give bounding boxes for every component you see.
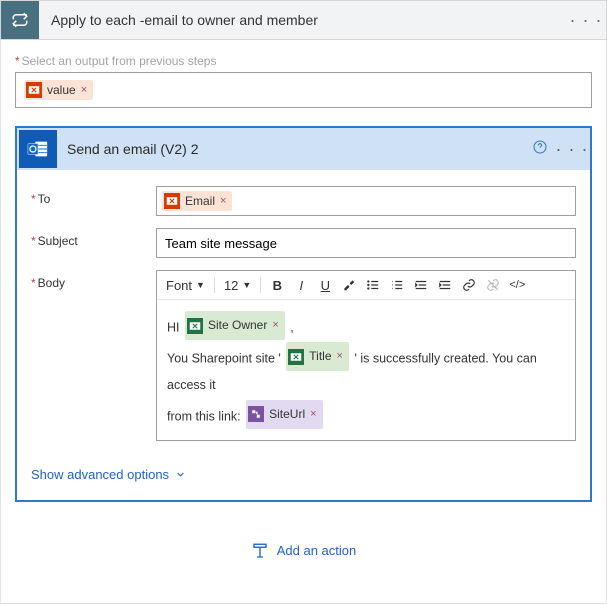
action-header[interactable]: Send an email (V2) 2 · · · xyxy=(17,128,590,170)
excel-icon xyxy=(26,82,42,98)
underline-button[interactable]: U xyxy=(315,275,335,295)
numbered-list-button[interactable] xyxy=(387,275,407,295)
flow-icon xyxy=(248,406,264,422)
remove-token-icon[interactable]: × xyxy=(81,84,87,96)
remove-token-icon[interactable]: × xyxy=(337,345,343,368)
excel-icon xyxy=(288,349,304,365)
add-action-button[interactable]: Add an action xyxy=(251,542,357,560)
token-email[interactable]: Email × xyxy=(162,191,232,211)
loop-body: *Select an output from previous steps va… xyxy=(0,40,607,604)
highlight-button[interactable] xyxy=(339,275,359,295)
font-select[interactable]: Font▼ xyxy=(163,277,208,294)
output-field[interactable]: value × xyxy=(15,72,592,108)
excel-icon xyxy=(187,318,203,334)
link-button[interactable] xyxy=(459,275,479,295)
subject-label: *Subject xyxy=(31,228,156,258)
action-title: Send an email (V2) 2 xyxy=(57,141,526,157)
token-value[interactable]: value × xyxy=(24,80,93,100)
help-icon[interactable] xyxy=(526,139,554,160)
indent-button[interactable] xyxy=(435,275,455,295)
send-email-action: Send an email (V2) 2 · · · *To xyxy=(15,126,592,502)
outdent-button[interactable] xyxy=(411,275,431,295)
unlink-button[interactable] xyxy=(483,275,503,295)
remove-token-icon[interactable]: × xyxy=(220,195,226,207)
body-content[interactable]: HI Site Owner × , You Sharepoint site ' xyxy=(157,300,575,440)
loop-header[interactable]: Apply to each -email to owner and member… xyxy=(0,0,607,40)
excel-icon xyxy=(164,193,180,209)
italic-button[interactable]: I xyxy=(291,275,311,295)
body-label: *Body xyxy=(31,270,156,441)
advanced-options-toggle[interactable]: Show advanced options xyxy=(17,459,200,482)
to-label: *To xyxy=(31,186,156,216)
remove-token-icon[interactable]: × xyxy=(310,403,316,426)
size-select[interactable]: 12▼ xyxy=(221,277,254,294)
code-view-button[interactable]: </> xyxy=(507,275,527,295)
remove-token-icon[interactable]: × xyxy=(272,314,278,337)
body-editor: Font▼ 12▼ B I U xyxy=(156,270,576,441)
outlook-icon xyxy=(19,130,57,168)
to-field[interactable]: Email × xyxy=(156,186,576,216)
token-siteurl[interactable]: SiteUrl × xyxy=(246,400,322,429)
output-label: *Select an output from previous steps xyxy=(15,54,592,68)
bulleted-list-button[interactable] xyxy=(363,275,383,295)
loop-menu-button[interactable]: · · · xyxy=(566,10,606,31)
loop-icon xyxy=(1,1,39,39)
loop-title: Apply to each -email to owner and member xyxy=(39,12,566,28)
subject-input[interactable] xyxy=(156,228,576,258)
token-site-owner[interactable]: Site Owner × xyxy=(185,311,285,340)
rte-toolbar: Font▼ 12▼ B I U xyxy=(157,271,575,300)
footer: Add an action xyxy=(15,502,592,581)
action-menu-button[interactable]: · · · xyxy=(554,139,590,160)
bold-button[interactable]: B xyxy=(267,275,287,295)
token-title[interactable]: Title × xyxy=(286,342,349,371)
